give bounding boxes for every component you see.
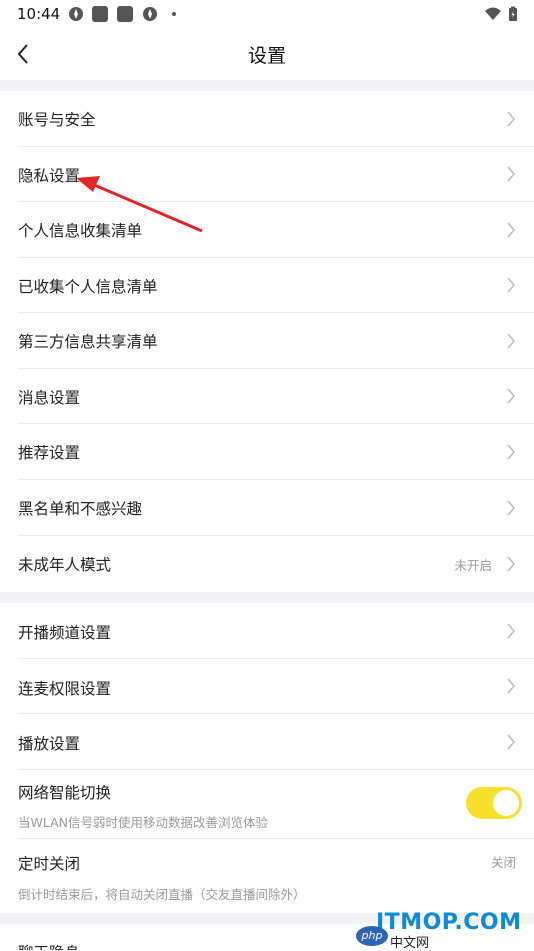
settings-item-label: 开播频道设置 bbox=[18, 624, 112, 642]
settings-item-timed-close[interactable]: 定时关闭 倒计时结束后，将自动关闭直播（交友直播间除外） 关闭 bbox=[0, 839, 534, 913]
network-switch-toggle[interactable] bbox=[466, 787, 522, 819]
settings-item-broadcast-channel[interactable]: 开播频道设置 bbox=[0, 603, 534, 659]
settings-item-label: 连麦权限设置 bbox=[18, 680, 112, 698]
chevron-right-icon bbox=[507, 500, 515, 516]
chevron-right-icon bbox=[507, 388, 515, 404]
settings-item-minor-mode[interactable]: 未成年人模式 未开启 bbox=[0, 536, 534, 592]
app-notification-icon bbox=[143, 7, 157, 21]
settings-item-playback[interactable]: 播放设置 bbox=[0, 714, 534, 770]
settings-item-network-switch: 网络智能切换 当WLAN信号弱时使用移动数据改善浏览体验 bbox=[0, 770, 534, 839]
settings-item-blacklist[interactable]: 黑名单和不感兴趣 bbox=[0, 480, 534, 536]
settings-item-value: 关闭 bbox=[490, 855, 516, 870]
chevron-right-icon bbox=[507, 111, 515, 127]
settings-item-mic-link-permission[interactable]: 连麦权限设置 bbox=[0, 659, 534, 714]
settings-item-label: 已收集个人信息清单 bbox=[18, 278, 158, 296]
watermark-subtext: 中文网 bbox=[390, 936, 430, 951]
battery-icon bbox=[509, 6, 517, 21]
chevron-right-icon bbox=[507, 222, 515, 238]
settings-item-label: 黑名单和不感兴趣 bbox=[18, 500, 143, 518]
settings-item-personal-info-collection[interactable]: 个人信息收集清单 bbox=[0, 202, 534, 258]
status-time: 10:44 bbox=[17, 5, 61, 23]
settings-item-message[interactable]: 消息设置 bbox=[0, 369, 534, 424]
chevron-right-icon bbox=[507, 678, 515, 694]
chevron-right-icon bbox=[507, 277, 515, 293]
toggle-knob bbox=[493, 790, 519, 816]
page-title: 设置 bbox=[247, 45, 286, 67]
settings-item-label: 第三方信息共享清单 bbox=[18, 333, 158, 351]
watermark-logo: ITMOP.COM php 中文网 bbox=[356, 910, 526, 951]
chevron-right-icon bbox=[507, 333, 515, 349]
settings-item-label: 聊天隐身 bbox=[18, 941, 80, 950]
settings-item-label: 网络智能切换 bbox=[18, 784, 112, 802]
chevron-right-icon bbox=[507, 623, 515, 639]
app-notification-icon bbox=[69, 7, 83, 21]
section-divider bbox=[0, 592, 534, 603]
chevron-right-icon bbox=[507, 444, 515, 460]
settings-item-label: 播放设置 bbox=[18, 735, 81, 753]
chevron-right-icon bbox=[507, 734, 515, 750]
status-bar: 10:44 bbox=[0, 0, 534, 28]
settings-item-label: 推荐设置 bbox=[18, 444, 81, 462]
settings-item-label: 未成年人模式 bbox=[18, 556, 112, 574]
settings-item-description: 当WLAN信号弱时使用移动数据改善浏览体验 bbox=[18, 815, 269, 830]
settings-item-description: 倒计时结束后，将自动关闭直播（交友直播间除外） bbox=[18, 887, 306, 902]
chevron-right-icon bbox=[507, 556, 515, 572]
settings-item-value: 未开启 bbox=[454, 558, 492, 573]
settings-item-privacy[interactable]: 隐私设置 bbox=[0, 147, 534, 202]
settings-item-recommendation[interactable]: 推荐设置 bbox=[0, 424, 534, 480]
wifi-icon bbox=[485, 7, 501, 20]
settings-item-label: 个人信息收集清单 bbox=[18, 222, 143, 240]
more-notifications-icon bbox=[172, 12, 176, 16]
settings-item-label: 定时关闭 bbox=[18, 855, 81, 873]
app-header: 设置 bbox=[0, 28, 534, 80]
settings-item-collected-info[interactable]: 已收集个人信息清单 bbox=[0, 258, 534, 313]
settings-item-label: 账号与安全 bbox=[18, 111, 96, 129]
section-divider bbox=[0, 80, 534, 91]
settings-item-label: 消息设置 bbox=[18, 389, 81, 407]
chevron-right-icon bbox=[507, 166, 515, 182]
settings-item-account-security[interactable]: 账号与安全 bbox=[0, 91, 534, 147]
app-notification-icon bbox=[92, 6, 108, 22]
php-logo: php bbox=[356, 926, 388, 946]
settings-item-label: 隐私设置 bbox=[18, 167, 81, 185]
settings-item-third-party-sharing[interactable]: 第三方信息共享清单 bbox=[0, 313, 534, 369]
app-notification-icon bbox=[117, 6, 133, 22]
